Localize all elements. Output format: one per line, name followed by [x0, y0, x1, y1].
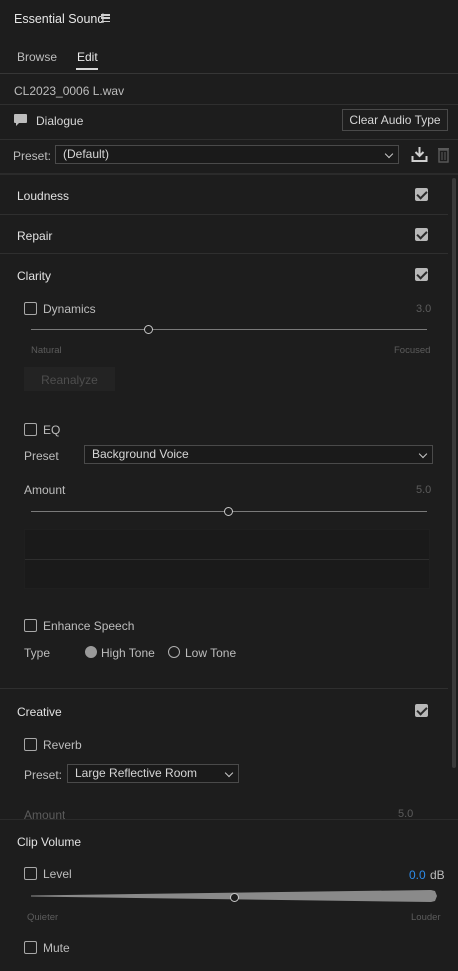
eq-label: EQ [43, 423, 61, 437]
section-title-repair: Repair [17, 229, 53, 243]
eq-amount-slider-thumb[interactable] [224, 507, 233, 516]
reverb-amount-value: 5.0 [398, 808, 414, 819]
preset-select[interactable]: (Default) [55, 145, 399, 164]
eq-graph-baseline [25, 559, 429, 560]
dynamics-max-label: Focused [394, 345, 431, 356]
clip-filename: CL2023_0006 L.wav [14, 84, 125, 98]
level-checkbox[interactable] [24, 867, 37, 880]
enhance-speech-label: Enhance Speech [43, 619, 135, 633]
eq-preset-value: Background Voice [92, 447, 189, 461]
reverb-preset-select[interactable]: Large Reflective Room [67, 764, 239, 783]
enhance-type-label: Type [24, 646, 51, 660]
reverb-checkbox[interactable] [24, 738, 37, 751]
divider [0, 214, 448, 215]
level-value[interactable]: 0.0 [409, 868, 426, 882]
eq-graph [24, 529, 430, 589]
reanalyze-button[interactable]: Reanalyze [24, 367, 115, 391]
reverb-label: Reverb [43, 738, 82, 752]
reverb-preset-value: Large Reflective Room [75, 766, 198, 780]
mute-checkbox[interactable] [24, 941, 37, 954]
eq-preset-label: Preset [24, 449, 59, 463]
chevron-down-icon [384, 149, 394, 159]
speech-bubble-icon [13, 113, 28, 128]
enhance-speech-checkbox[interactable] [24, 619, 37, 632]
loudness-enable-checkbox[interactable] [415, 188, 428, 201]
section-title-loudness: Loudness [17, 189, 70, 203]
level-slider-thumb[interactable] [230, 893, 239, 902]
eq-amount-label: Amount [24, 483, 66, 497]
dynamics-min-label: Natural [31, 345, 62, 356]
level-min-label: Quieter [27, 912, 59, 923]
low-tone-label: Low Tone [185, 646, 237, 660]
reverb-preset-label: Preset: [24, 768, 63, 782]
high-tone-radio[interactable] [85, 646, 97, 658]
scrollbar[interactable] [452, 178, 456, 768]
divider [0, 253, 448, 254]
save-preset-icon[interactable] [411, 146, 428, 163]
active-tab-indicator [76, 68, 98, 70]
clear-audio-type-button[interactable]: Clear Audio Type [342, 109, 448, 131]
level-max-label: Louder [411, 912, 441, 923]
tab-edit[interactable]: Edit [77, 50, 98, 64]
preset-select-value: (Default) [63, 147, 110, 161]
repair-enable-checkbox[interactable] [415, 228, 428, 241]
creative-enable-checkbox[interactable] [415, 704, 428, 717]
dynamics-slider-thumb[interactable] [144, 325, 153, 334]
mute-label: Mute [43, 941, 70, 955]
panel-title: Essential Sound [14, 12, 105, 26]
low-tone-radio[interactable] [168, 646, 180, 658]
high-tone-label: High Tone [101, 646, 155, 660]
dynamics-value: 3.0 [416, 303, 432, 315]
divider [0, 173, 458, 175]
section-title-clip-volume: Clip Volume [17, 835, 82, 849]
preset-label: Preset: [13, 149, 52, 163]
clarity-enable-checkbox[interactable] [415, 268, 428, 281]
panel-menu-icon[interactable] [101, 14, 110, 23]
dynamics-slider-track[interactable] [31, 329, 427, 330]
level-unit: dB [430, 868, 445, 882]
divider [0, 139, 458, 140]
divider [0, 688, 448, 689]
tab-browse[interactable]: Browse [17, 50, 57, 64]
eq-preset-select[interactable]: Background Voice [84, 445, 433, 464]
dynamics-checkbox[interactable] [24, 302, 37, 315]
delete-preset-icon[interactable] [437, 146, 450, 163]
reverb-amount-label: Amount [24, 808, 66, 819]
divider [0, 73, 458, 74]
divider [0, 104, 458, 105]
section-title-clarity: Clarity [17, 269, 52, 283]
level-label: Level [43, 867, 72, 881]
section-title-creative: Creative [17, 705, 62, 719]
chevron-down-icon [418, 449, 428, 459]
eq-amount-value: 5.0 [416, 484, 432, 496]
chevron-down-icon [224, 768, 234, 778]
audio-type-label: Dialogue [36, 114, 84, 128]
eq-checkbox[interactable] [24, 423, 37, 436]
dynamics-label: Dynamics [43, 302, 96, 316]
